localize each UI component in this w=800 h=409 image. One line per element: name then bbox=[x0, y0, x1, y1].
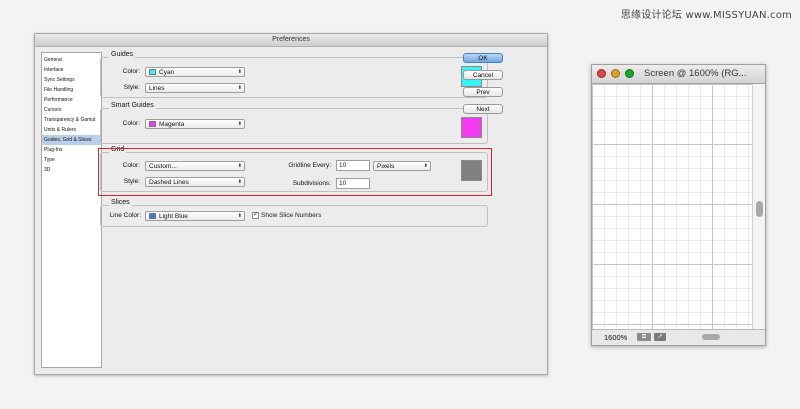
sidebar-item-type[interactable]: Type bbox=[42, 155, 101, 165]
slices-line-color-label: Line Color: bbox=[109, 212, 141, 219]
magenta-swatch-icon bbox=[149, 121, 156, 127]
show-slice-numbers-label: Show Slice Numbers bbox=[261, 212, 322, 219]
smart-guides-color-label: Color: bbox=[122, 120, 140, 127]
cancel-button[interactable]: Cancel bbox=[463, 70, 503, 80]
next-button[interactable]: Next bbox=[463, 104, 503, 114]
guides-style-select[interactable]: Lines ⬍ bbox=[145, 83, 245, 93]
dialog-titlebar: Preferences bbox=[35, 34, 547, 47]
chevron-updown-icon: ⬍ bbox=[237, 69, 242, 75]
sidebar-item-plug-ins[interactable]: Plug-Ins bbox=[42, 145, 101, 155]
watermark-text: 思缘设计论坛 www.MISSYUAN.com bbox=[620, 10, 792, 21]
document-statusbar: 1600% ⧉ ↗ bbox=[592, 329, 765, 345]
guides-style-value: Lines bbox=[149, 85, 165, 92]
smart-guides-color-value: Magenta bbox=[159, 121, 185, 128]
sidebar-item-guides-grid-slices[interactable]: Guides, Grid & Slices bbox=[42, 135, 101, 145]
blue-swatch-icon bbox=[149, 213, 156, 219]
slices-line-color-select[interactable]: Light Blue ⬍ bbox=[145, 211, 245, 221]
show-slice-numbers-checkbox[interactable]: ✓ bbox=[252, 212, 259, 219]
sidebar-item-transparency-gamut[interactable]: Transparency & Gamut bbox=[42, 115, 101, 125]
zoom-level[interactable]: 1600% bbox=[604, 333, 627, 342]
smart-guides-title: Smart Guides bbox=[109, 102, 156, 109]
document-window: Screen @ 1600% (RG... 1600% ⧉ ↗ bbox=[591, 64, 766, 346]
smart-guides-color-swatch[interactable] bbox=[461, 117, 482, 138]
cyan-swatch-icon bbox=[149, 69, 156, 75]
document-info-icon[interactable]: ⧉ bbox=[637, 333, 651, 341]
canvas-grid[interactable] bbox=[592, 84, 753, 331]
slices-line-color-value: Light Blue bbox=[159, 213, 188, 220]
preferences-sidebar: General Interface Sync Settings File Han… bbox=[41, 52, 102, 368]
guides-color-select[interactable]: Cyan ⬍ bbox=[145, 67, 245, 77]
sidebar-item-general[interactable]: General bbox=[42, 55, 101, 65]
vertical-scroll-thumb[interactable] bbox=[756, 201, 763, 217]
minimize-icon[interactable] bbox=[611, 69, 620, 78]
document-title: Screen @ 1600% (RG... bbox=[644, 68, 747, 79]
guides-style-label: Style: bbox=[123, 84, 140, 91]
sidebar-item-3d[interactable]: 3D bbox=[42, 165, 101, 175]
sidebar-item-performance[interactable]: Performance bbox=[42, 95, 101, 105]
smart-guides-color-select[interactable]: Magenta ⬍ bbox=[145, 119, 245, 129]
sidebar-item-sync-settings[interactable]: Sync Settings bbox=[42, 75, 101, 85]
share-icon[interactable]: ↗ bbox=[654, 333, 666, 341]
sidebar-item-interface[interactable]: Interface bbox=[42, 65, 101, 75]
guides-title: Guides bbox=[109, 51, 136, 58]
prev-button[interactable]: Prev bbox=[463, 87, 503, 97]
zoom-icon[interactable] bbox=[625, 69, 634, 78]
chevron-updown-icon: ⬍ bbox=[237, 121, 242, 127]
guides-color-label: Color: bbox=[122, 68, 140, 75]
guides-color-value: Cyan bbox=[159, 69, 175, 76]
document-titlebar: Screen @ 1600% (RG... bbox=[592, 65, 765, 84]
chevron-updown-icon: ⬍ bbox=[237, 85, 242, 91]
sidebar-item-file-handling[interactable]: File Handling bbox=[42, 85, 101, 95]
vertical-scrollbar[interactable] bbox=[752, 84, 765, 331]
grid-highlight-frame bbox=[98, 148, 492, 196]
ok-button[interactable]: OK bbox=[463, 53, 503, 63]
sidebar-item-units-rulers[interactable]: Units & Rulers bbox=[42, 125, 101, 135]
slices-title: Slices bbox=[109, 199, 132, 206]
horizontal-scroll-thumb[interactable] bbox=[702, 334, 720, 340]
close-icon[interactable] bbox=[597, 69, 606, 78]
sidebar-item-cursors[interactable]: Cursors bbox=[42, 105, 101, 115]
chevron-updown-icon: ⬍ bbox=[237, 213, 242, 219]
